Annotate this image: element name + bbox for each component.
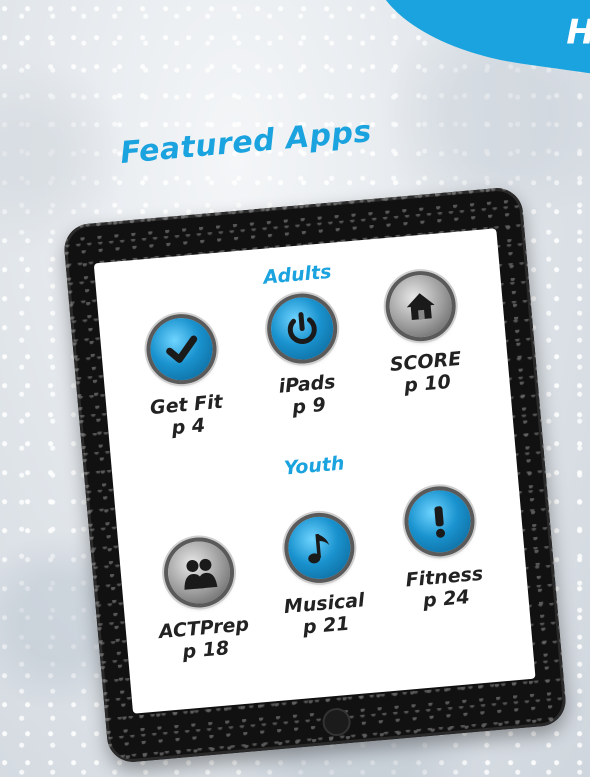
music-note-icon xyxy=(285,514,353,582)
tablet-screen: Adults Get Fit p 4 iPads p 9 SCORE p 10 … xyxy=(93,228,536,714)
tablet-device: Adults Get Fit p 4 iPads p 9 SCORE p 10 … xyxy=(62,185,568,765)
checkmark-icon xyxy=(147,315,216,383)
people-icon xyxy=(165,538,233,607)
power-icon xyxy=(268,294,336,363)
home-icon xyxy=(387,272,455,340)
app-score[interactable]: SCORE p 10 xyxy=(358,270,488,400)
app-musical[interactable]: Musical p 21 xyxy=(257,512,387,642)
app-ipads[interactable]: iPads p 9 xyxy=(240,292,370,422)
banner-text: Hi xyxy=(566,12,590,53)
app-actprep[interactable]: ACTPrep p 18 xyxy=(137,536,267,666)
app-get-fit[interactable]: Get Fit p 4 xyxy=(119,313,249,443)
section-heading-youth: Youth xyxy=(283,452,346,480)
app-fitness[interactable]: Fitness p 24 xyxy=(377,485,507,615)
exclamation-icon xyxy=(405,487,474,555)
tablet-home-button[interactable] xyxy=(321,706,352,738)
